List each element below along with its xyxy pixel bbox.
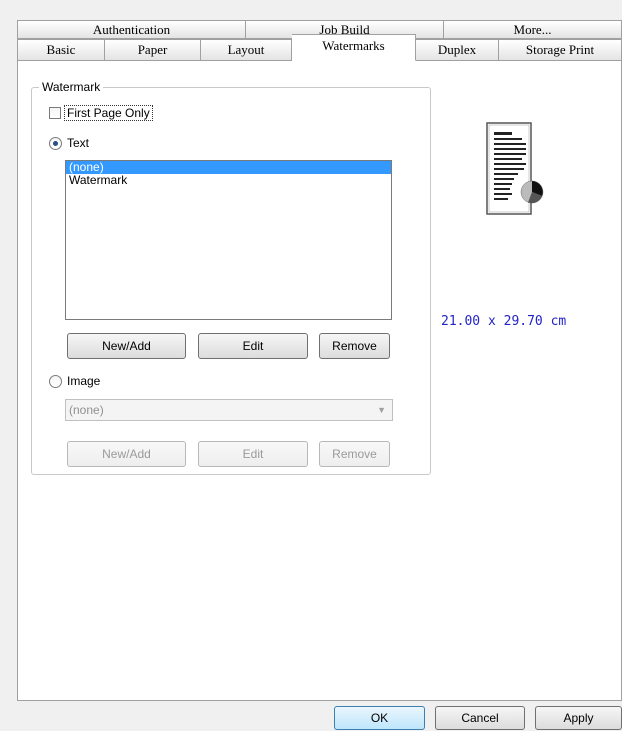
text-radio-label[interactable]: Text (67, 136, 89, 150)
first-page-only-label[interactable]: First Page Only (64, 105, 153, 121)
image-radio-label[interactable]: Image (67, 374, 100, 388)
first-page-only-checkbox[interactable] (49, 107, 61, 119)
image-select-value: (none) (69, 403, 104, 417)
tab-basic[interactable]: Basic (17, 39, 105, 61)
tab-duplex[interactable]: Duplex (416, 39, 499, 61)
image-radio[interactable] (49, 375, 62, 388)
text-new-add-button[interactable]: New/Add (67, 333, 186, 359)
text-remove-button[interactable]: Remove (319, 333, 390, 359)
tab-authentication[interactable]: Authentication (17, 20, 246, 39)
watermark-group-label: Watermark (39, 80, 104, 94)
tab-storage-print[interactable]: Storage Print (499, 39, 622, 61)
tab-layout[interactable]: Layout (201, 39, 292, 61)
apply-button[interactable]: Apply (535, 706, 622, 730)
page-preview-icon (486, 122, 544, 215)
text-edit-button[interactable]: Edit (198, 333, 308, 359)
image-remove-button[interactable]: Remove (319, 441, 390, 467)
image-new-add-button[interactable]: New/Add (67, 441, 186, 467)
image-edit-button[interactable]: Edit (198, 441, 308, 467)
cancel-button[interactable]: Cancel (435, 706, 525, 730)
ok-button[interactable]: OK (334, 706, 425, 730)
tab-watermarks[interactable]: Watermarks (292, 34, 416, 61)
image-select[interactable]: (none) ▼ (65, 399, 393, 421)
paper-size-text: 21.00 x 29.70 cm (441, 314, 567, 329)
chevron-down-icon[interactable]: ▼ (377, 400, 386, 420)
tab-more[interactable]: More... (444, 20, 622, 39)
tab-row-front: Basic Paper Layout Watermarks Duplex Sto… (17, 34, 622, 61)
text-watermark-list[interactable]: (none) Watermark (65, 160, 392, 320)
list-item[interactable]: Watermark (66, 174, 391, 187)
text-radio[interactable] (49, 137, 62, 150)
tab-paper[interactable]: Paper (105, 39, 201, 61)
